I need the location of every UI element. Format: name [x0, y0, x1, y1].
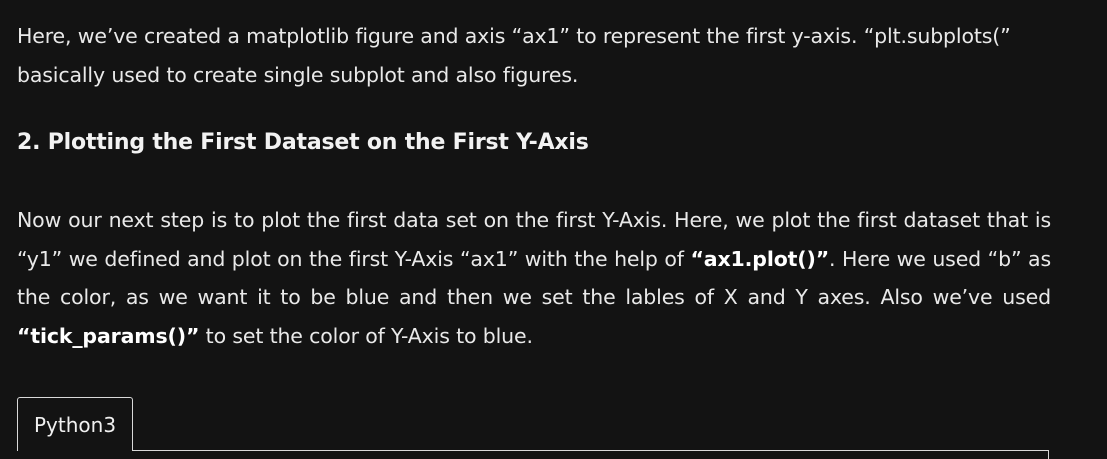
tab-python3[interactable]: Python3	[17, 397, 134, 451]
code-term-tick-params: “tick_params()”	[17, 323, 200, 348]
code-block: Python3	[17, 397, 1049, 459]
code-panel	[17, 450, 1049, 459]
code-term-ax1-plot: “ax1.plot()”	[690, 246, 830, 271]
intro-paragraph: Here, we’ve created a matplotlib figure …	[17, 24, 1011, 87]
body-paragraph: Now our next step is to plot the first d…	[17, 201, 1051, 355]
body-text-3: to set the color of Y-Axis to blue.	[199, 323, 533, 348]
section-heading: 2. Plotting the First Dataset on the Fir…	[17, 130, 589, 155]
